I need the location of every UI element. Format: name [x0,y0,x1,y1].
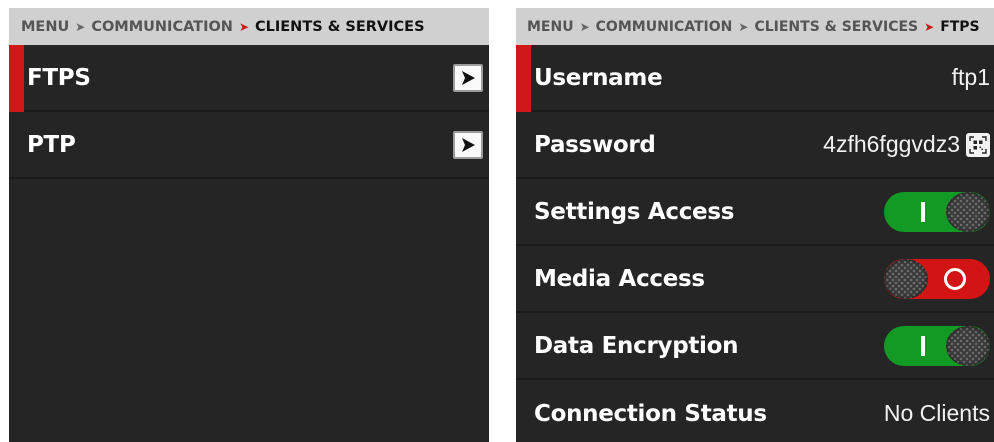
password-value: 4zfh6fggvdz3 [823,131,960,157]
chevron-right-icon[interactable] [453,130,483,159]
toggle-knob[interactable] [884,258,928,299]
breadcrumb-separator-icon: ➤ [238,19,249,34]
menu-item-label: PTP [27,131,76,158]
password-value-group: 4zfh6fggvdz3 [823,131,990,158]
breadcrumb-item-menu[interactable]: MENU [527,19,574,35]
setting-data-encryption[interactable]: Data Encryption [516,313,994,380]
media-access-toggle[interactable] [884,258,990,299]
setting-label: Connection Status [534,400,767,427]
menu-item-label: FTPS [27,64,91,91]
breadcrumb: MENU ➤ COMMUNICATION ➤ CLIENTS & SERVICE… [516,8,994,45]
chevron-right-icon[interactable] [453,63,483,92]
qr-code-icon[interactable] [966,132,990,157]
selection-indicator [9,45,24,112]
setting-label: Username [534,64,663,91]
setting-settings-access[interactable]: Settings Access [516,179,994,246]
breadcrumb-separator-icon: ➤ [579,19,590,34]
toggle-off-indicator [944,267,966,290]
setting-label: Settings Access [534,198,735,225]
toggle-knob[interactable] [946,325,990,366]
breadcrumb-current: CLIENTS & SERVICES [255,18,425,35]
breadcrumb-item-communication[interactable]: COMMUNICATION [596,19,733,35]
setting-media-access[interactable]: Media Access [516,246,994,313]
breadcrumb-separator-icon: ➤ [738,19,749,34]
connection-status-value: No Clients [883,400,990,426]
selection-indicator [516,45,531,112]
setting-label: Password [534,131,656,158]
breadcrumb: MENU ➤ COMMUNICATION ➤ CLIENTS & SERVICE… [9,8,489,45]
clients-services-panel: MENU ➤ COMMUNICATION ➤ CLIENTS & SERVICE… [9,8,489,442]
breadcrumb-current: FTPS [940,18,980,35]
breadcrumb-item-menu[interactable]: MENU [21,19,69,35]
setting-username[interactable]: Username ftp1 [516,45,994,112]
menu-item-ptp[interactable]: PTP [9,112,489,179]
menu-item-ftps[interactable]: FTPS [9,45,489,112]
setting-connection-status: Connection Status No Clients [516,380,994,442]
setting-label: Data Encryption [534,332,739,359]
ftps-settings-panel: MENU ➤ COMMUNICATION ➤ CLIENTS & SERVICE… [516,8,994,442]
toggle-on-indicator [921,201,925,222]
data-encryption-toggle[interactable] [884,325,990,366]
toggle-knob[interactable] [946,191,990,232]
setting-password[interactable]: Password 4zfh6fggvdz3 [516,112,994,179]
settings-access-toggle[interactable] [884,191,990,232]
setting-label: Media Access [534,265,705,292]
breadcrumb-separator-icon: ➤ [924,19,935,34]
breadcrumb-item-clients-services[interactable]: CLIENTS & SERVICES [754,19,918,35]
breadcrumb-item-communication[interactable]: COMMUNICATION [91,19,233,35]
toggle-on-indicator [921,335,925,356]
username-value: ftp1 [951,64,990,90]
breadcrumb-separator-icon: ➤ [75,19,86,34]
